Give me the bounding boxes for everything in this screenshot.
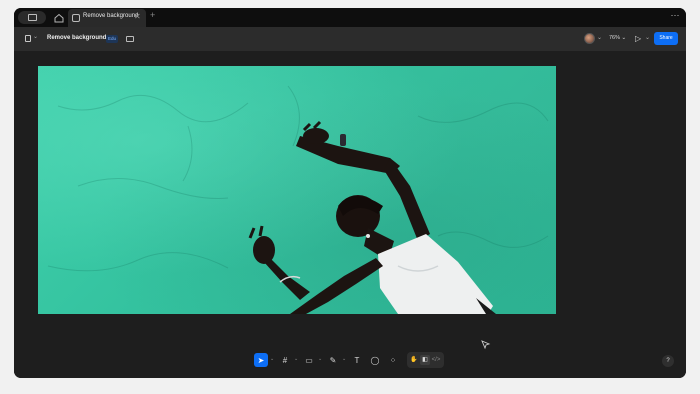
file-title[interactable]: Remove background — [47, 35, 106, 41]
hand-mode-icon[interactable]: ✋ — [409, 355, 419, 365]
dev-mode-icon[interactable]: </> — [431, 355, 441, 365]
chevron-down-icon[interactable]: ⌄ — [270, 356, 274, 362]
home-tab[interactable] — [52, 11, 66, 24]
zoom-level[interactable]: 76% ⌄ — [609, 35, 626, 41]
frame-tool-button[interactable]: # — [278, 353, 292, 367]
mode-switcher: ✋ ◧ </> — [407, 352, 444, 368]
chevron-down-icon[interactable]: ⌄ — [294, 356, 298, 362]
text-tool-button[interactable]: T — [350, 353, 364, 367]
chevron-down-icon[interactable]: ⌄ — [645, 34, 650, 41]
chevron-down-icon: ⌄ — [621, 35, 627, 41]
menu-icon — [25, 35, 31, 42]
actions-tool-button[interactable]: ⁘ — [386, 353, 400, 367]
new-tab-button[interactable]: + — [150, 10, 155, 20]
present-button[interactable]: ▷ — [635, 34, 641, 43]
chevron-down-icon[interactable]: ⌄ — [597, 34, 602, 41]
app-window: Remove background ✕ + ⋯ ⌄ Remove backgro… — [14, 8, 686, 378]
tab-bar: Remove background ✕ + ⋯ — [14, 8, 686, 27]
file-toolbar: ⌄ Remove background Edu ⌄ 76% ⌄ ▷ ⌄ Shar… — [14, 27, 686, 51]
main-menu-button[interactable]: ⌄ — [25, 34, 39, 44]
plan-badge: Edu — [106, 35, 119, 43]
close-tab-icon[interactable]: ✕ — [134, 12, 141, 21]
tab-label: Remove background — [83, 13, 139, 19]
tab-remove-background[interactable]: Remove background ✕ — [68, 9, 146, 27]
sidebar-toggle-button[interactable] — [18, 11, 46, 24]
comment-tool-button[interactable]: ◯ — [368, 353, 382, 367]
home-icon — [54, 13, 64, 23]
move-tool-button[interactable]: ➤ — [254, 353, 268, 367]
panel-toggle-icon[interactable] — [126, 36, 134, 42]
window-icon — [28, 14, 37, 21]
share-button[interactable]: Share — [654, 32, 678, 45]
photo-frame[interactable] — [38, 66, 556, 314]
chevron-down-icon[interactable]: ⌄ — [318, 356, 322, 362]
design-mode-icon[interactable]: ◧ — [420, 355, 430, 365]
pen-tool-button[interactable]: ✎ — [326, 353, 340, 367]
canvas[interactable] — [14, 51, 686, 378]
more-icon[interactable]: ⋯ — [671, 10, 681, 21]
shape-tool-button[interactable]: ▭ — [302, 353, 316, 367]
help-button[interactable]: ? — [662, 355, 674, 367]
zoom-value: 76% — [609, 35, 621, 41]
avatar[interactable] — [584, 33, 595, 44]
chevron-down-icon: ⌄ — [33, 34, 39, 40]
file-icon — [72, 14, 80, 22]
chevron-down-icon[interactable]: ⌄ — [342, 356, 346, 362]
dancer-photo — [47, 85, 549, 314]
tool-dock: ➤ ⌄ # ⌄ ▭ ⌄ ✎ ⌄ T ◯ ⁘ ✋ ◧ </> — [252, 351, 448, 369]
pointer-cursor-icon — [481, 340, 491, 350]
